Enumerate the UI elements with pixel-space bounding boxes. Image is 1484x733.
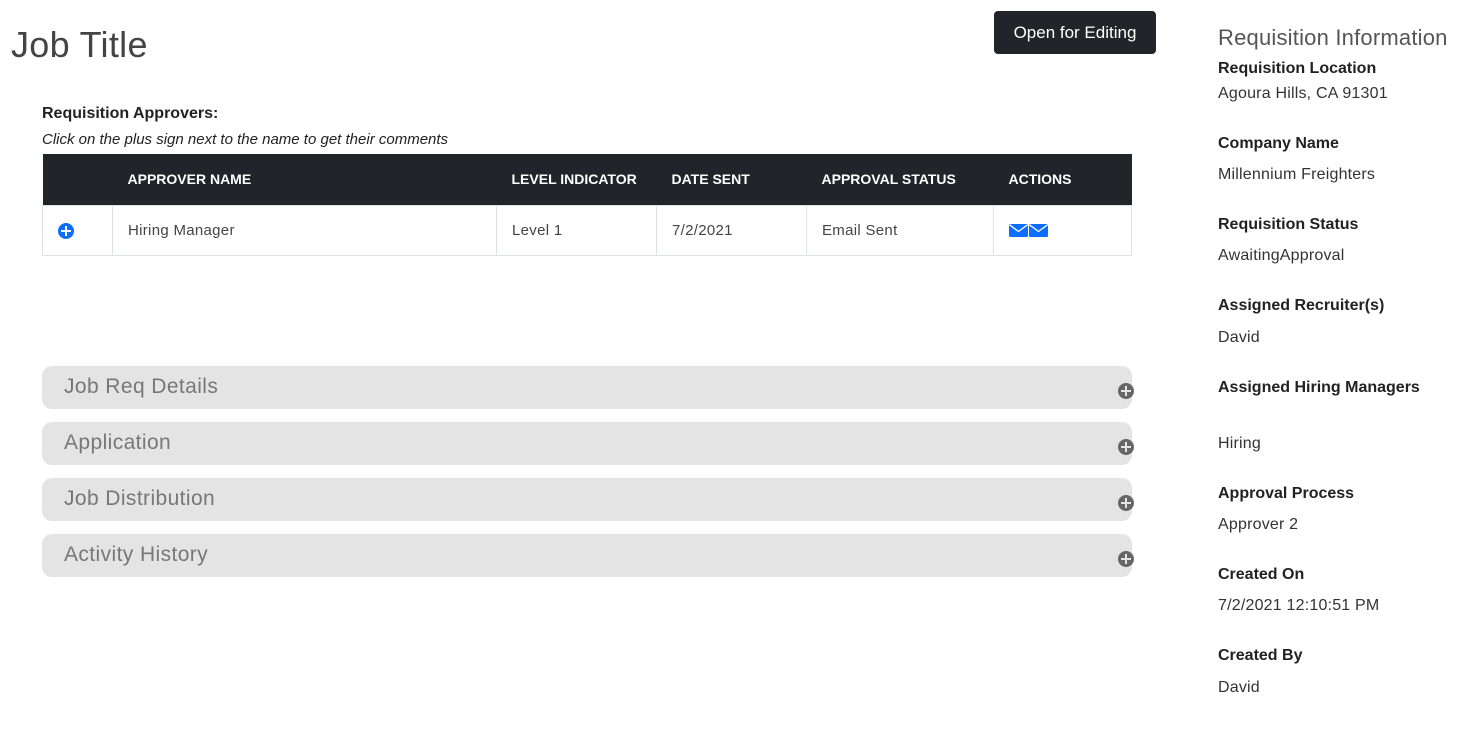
- section-label: Job Distribution: [64, 487, 216, 510]
- info-label-requisition-location: Requisition Location: [1218, 60, 1377, 77]
- section-application[interactable]: Application: [42, 422, 1134, 465]
- info-label-company-name: Company Name: [1218, 135, 1339, 152]
- actions-cell: [993, 204, 1132, 256]
- column-header-date-sent: DATE SENT: [671, 171, 750, 188]
- plus-circle-icon[interactable]: [1118, 551, 1134, 567]
- section-job-distribution[interactable]: Job Distribution: [42, 478, 1134, 521]
- plus-circle-icon[interactable]: [1118, 383, 1134, 399]
- info-value-company-name: Millennium Freighters: [1218, 166, 1376, 183]
- column-header-level-indicator: LEVEL INDICATOR: [511, 171, 637, 188]
- plus-circle-icon[interactable]: [1118, 495, 1134, 511]
- info-label-requisition-status: Requisition Status: [1218, 216, 1359, 233]
- level-indicator-cell: Level 1: [496, 204, 657, 256]
- info-value-requisition-location: Agoura Hills, CA 91301: [1218, 85, 1388, 102]
- envelope-icon[interactable]: [1009, 224, 1028, 238]
- expand-comments-plus-icon[interactable]: [58, 222, 74, 239]
- plus-circle-icon[interactable]: [1118, 439, 1134, 455]
- section-label: Application: [64, 431, 172, 454]
- section-job-req-details[interactable]: Job Req Details: [42, 366, 1134, 409]
- column-header-approver-name: APPROVER NAME: [127, 171, 252, 188]
- info-label-approval-process: Approval Process: [1218, 485, 1355, 502]
- column-header-approval-status: APPROVAL STATUS: [821, 171, 956, 188]
- section-label: Job Req Details: [64, 375, 219, 398]
- column-header-actions: ACTIONS: [1008, 171, 1072, 188]
- info-value-assigned-hiring-managers: Hiring: [1218, 435, 1261, 452]
- approvers-hint: Click on the plus sign next to the name …: [42, 131, 449, 148]
- date-sent-cell: 7/2/2021: [656, 204, 807, 256]
- info-value-created-by: David: [1218, 679, 1260, 696]
- info-value-requisition-status: AwaitingApproval: [1218, 247, 1345, 264]
- approvers-table-header: APPROVER NAME LEVEL INDICATOR DATE SENT …: [42, 154, 1132, 205]
- info-label-created-by: Created By: [1218, 647, 1303, 664]
- approvers-table: APPROVER NAME LEVEL INDICATOR DATE SENT …: [42, 154, 1132, 256]
- info-value-assigned-recruiters: David: [1218, 329, 1260, 346]
- section-label: Activity History: [64, 543, 209, 566]
- sidebar-title: Requisition Information: [1218, 25, 1448, 50]
- approval-status-cell: Email Sent: [806, 204, 994, 256]
- column-header-toggle: [43, 154, 113, 205]
- toggle-cell: [42, 204, 113, 256]
- info-label-assigned-recruiters: Assigned Recruiter(s): [1218, 297, 1385, 314]
- page-title: Job Title: [11, 24, 148, 65]
- section-activity-history[interactable]: Activity History: [42, 534, 1134, 577]
- info-label-created-on: Created On: [1218, 566, 1305, 583]
- envelope-icon[interactable]: [1029, 224, 1048, 238]
- info-value-approval-process: Approver 2: [1218, 516, 1299, 533]
- info-label-assigned-hiring-managers: Assigned Hiring Managers: [1218, 379, 1420, 396]
- open-for-editing-button[interactable]: Open for Editing: [994, 11, 1156, 54]
- info-value-created-on: 7/2/2021 12:10:51 PM: [1218, 597, 1380, 614]
- table-row: Hiring Manager Level 1 7/2/2021 Email Se…: [42, 204, 1132, 256]
- approver-name-cell: Hiring Manager: [112, 204, 497, 256]
- approvers-heading: Requisition Approvers:: [42, 105, 219, 122]
